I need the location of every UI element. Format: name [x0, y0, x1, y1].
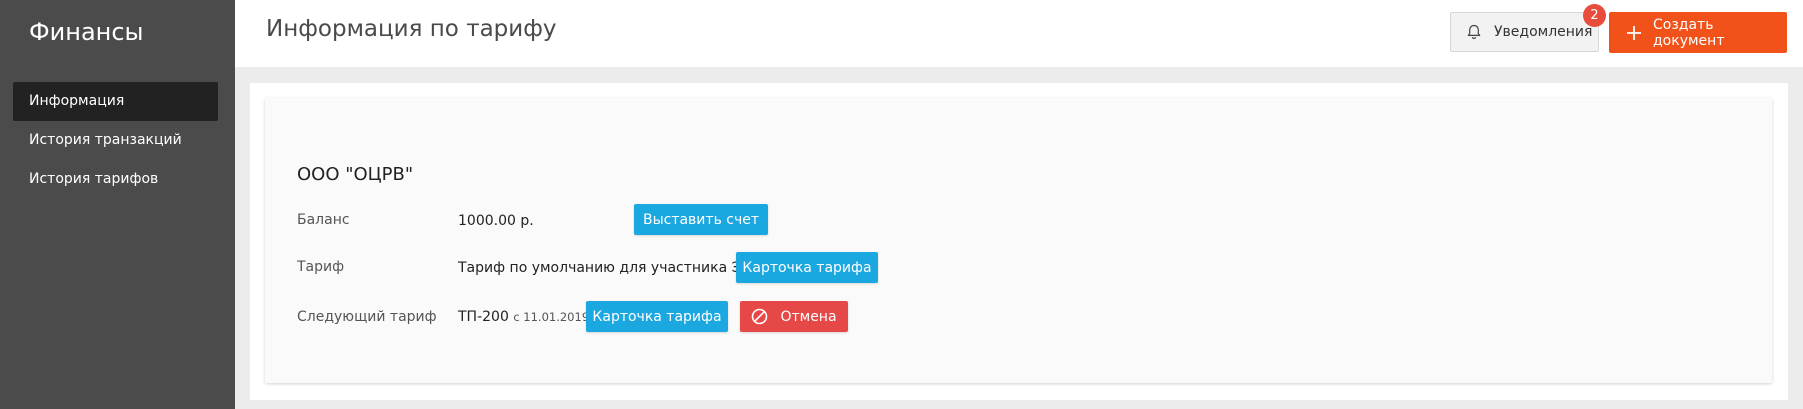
sidebar-title: Финансы: [29, 18, 144, 46]
next-tariff-date: с 11.01.2019: [513, 310, 590, 324]
tariff-value: Тариф по умолчанию для участника ЭДО: [458, 260, 764, 276]
create-document-label: Создать документ: [1653, 16, 1725, 49]
create-document-button[interactable]: Создать документ: [1609, 12, 1787, 53]
page-title: Информация по тарифу: [266, 16, 557, 42]
balance-label: Баланс: [297, 212, 350, 228]
cancel-label: Отмена: [780, 308, 837, 325]
cancel-button[interactable]: Отмена: [740, 301, 848, 332]
cancel-icon: [751, 308, 768, 325]
tariff-card: ООО "ОЦРВ" Баланс 1000.00 р. Выставить с…: [265, 98, 1772, 383]
sidebar-nav: Информация История транзакций История та…: [13, 82, 218, 199]
sidebar-item-info[interactable]: Информация: [13, 82, 218, 121]
notifications-label: Уведомления: [1494, 24, 1593, 40]
balance-value: 1000.00 р.: [458, 213, 534, 229]
bell-icon: [1466, 24, 1482, 40]
next-tariff-name: ТП-200: [458, 309, 509, 325]
issue-invoice-button[interactable]: Выставить счет: [634, 204, 768, 235]
notifications-button[interactable]: Уведомления: [1450, 12, 1599, 52]
sidebar-item-tariff-history[interactable]: История тарифов: [13, 160, 218, 199]
tariff-card-button[interactable]: Карточка тарифа: [736, 252, 878, 283]
next-tariff-label: Следующий тариф: [297, 309, 437, 325]
sidebar-item-transactions[interactable]: История транзакций: [13, 121, 218, 160]
notifications-count-badge: 2: [1583, 4, 1606, 27]
plus-icon: [1627, 25, 1641, 40]
next-tariff-card-button[interactable]: Карточка тарифа: [586, 301, 728, 332]
sidebar: Финансы Информация История транзакций Ис…: [0, 0, 235, 409]
company-name: ООО "ОЦРВ": [297, 164, 414, 185]
tariff-label: Тариф: [297, 259, 345, 275]
next-tariff-value: ТП-200 с 11.01.2019: [458, 309, 589, 325]
